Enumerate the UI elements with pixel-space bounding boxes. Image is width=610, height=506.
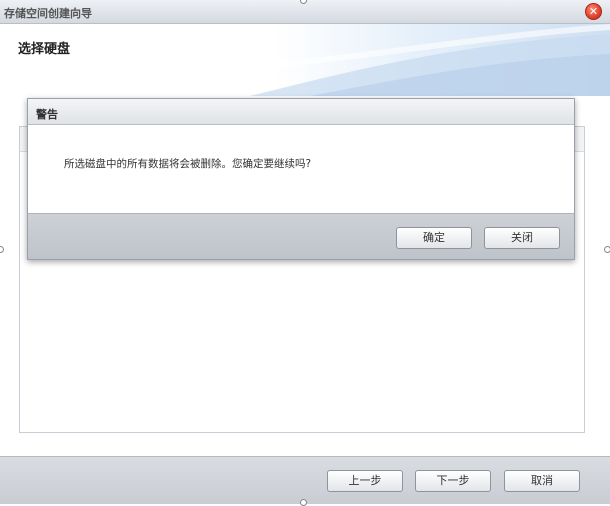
warning-dialog-footer: 确定 关闭 (28, 213, 574, 259)
resize-handle-bottom[interactable] (300, 499, 307, 506)
close-icon[interactable]: ✕ (585, 3, 602, 20)
wizard-header: 选择硬盘 (0, 24, 610, 96)
ok-button[interactable]: 确定 (396, 227, 472, 249)
warning-dialog-title: 警告 (36, 108, 58, 121)
resize-handle-left[interactable] (0, 246, 4, 253)
page-title: 选择硬盘 (18, 42, 71, 57)
header-swoosh-decoration (250, 24, 610, 96)
resize-handle-right[interactable] (604, 246, 610, 253)
warning-dialog: 警告 所选磁盘中的所有数据将会被删除。您确定要继续吗? 确定 关闭 (27, 98, 575, 260)
next-button[interactable]: 下一步 (415, 470, 491, 492)
warning-dialog-titlebar: 警告 (28, 99, 574, 125)
dialog-close-button[interactable]: 关闭 (484, 227, 560, 249)
prev-button[interactable]: 上一步 (327, 470, 403, 492)
window-title: 存储空间创建向导 (4, 7, 92, 20)
wizard-footer: 上一步 下一步 取消 (0, 456, 610, 504)
cancel-button[interactable]: 取消 (504, 470, 580, 492)
warning-message: 所选磁盘中的所有数据将会被删除。您确定要继续吗? (64, 158, 312, 170)
